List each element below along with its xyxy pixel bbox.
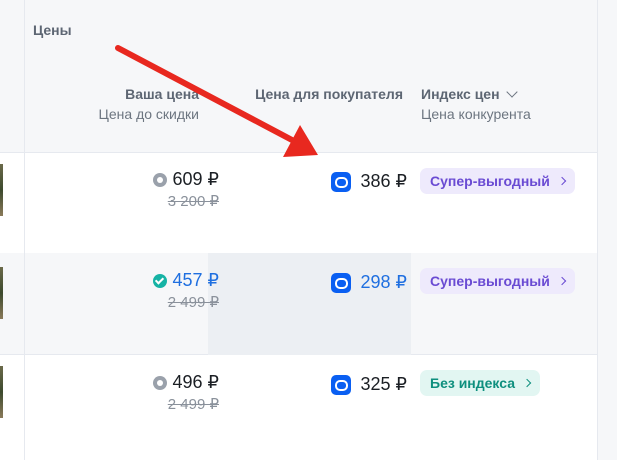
price-status-icon — [152, 375, 167, 390]
wallet-icon — [330, 374, 351, 395]
wallet-icon — [330, 272, 351, 293]
hovered-cell — [208, 253, 411, 355]
column-header-price-index[interactable]: Индекс цен Цена конкурента — [421, 84, 531, 124]
your-price[interactable]: 496 ₽ — [152, 372, 220, 393]
column-title: Индекс цен — [421, 86, 500, 102]
column-divider — [24, 0, 25, 460]
chevron-right-icon — [557, 176, 567, 186]
old-price: 2 499 ₽ — [167, 396, 219, 413]
buyer-price-value: 298 ₽ — [360, 272, 408, 292]
product-thumbnail[interactable] — [0, 164, 3, 216]
buyer-price: 386 ₽ — [330, 171, 408, 192]
old-price: 2 499 ₽ — [167, 294, 219, 311]
price-status-icon — [152, 172, 167, 187]
product-thumbnail[interactable] — [0, 366, 3, 418]
column-header-buyer-price[interactable]: Цена для покупателя — [255, 84, 403, 104]
chevron-right-icon — [557, 276, 567, 286]
price-status-check-icon — [152, 273, 167, 288]
price-value: 496 ₽ — [172, 372, 220, 392]
header-group-row: Цены — [0, 0, 597, 71]
product-thumbnail[interactable] — [0, 267, 3, 319]
column-title: Цена для покупателя — [255, 86, 403, 102]
column-subtitle: Цена до скидки — [98, 106, 199, 122]
buyer-price-value: 386 ₽ — [360, 171, 408, 191]
price-index-label: Супер-выгодный — [430, 173, 550, 189]
price-index-label: Супер-выгодный — [430, 273, 550, 289]
old-price: 3 200 ₽ — [167, 193, 219, 210]
wallet-icon — [330, 171, 351, 192]
price-index-badge[interactable]: Супер-выгодный — [420, 268, 575, 294]
group-title: Цены — [33, 22, 72, 38]
column-subtitle: Цена конкурента — [421, 106, 531, 122]
price-index-badge[interactable]: Без индекса — [420, 370, 540, 396]
prices-table: Цены Ваша цена Цена до скидки Цена для п… — [0, 0, 617, 460]
price-value: 457 ₽ — [172, 270, 220, 290]
your-price[interactable]: 457 ₽ — [152, 270, 220, 291]
column-title: Ваша цена — [125, 86, 199, 102]
price-value: 609 ₽ — [172, 169, 220, 189]
buyer-price: 298 ₽ — [330, 272, 408, 293]
price-index-label: Без индекса — [430, 375, 515, 391]
your-price[interactable]: 609 ₽ — [152, 169, 220, 190]
column-header-your-price[interactable]: Ваша цена Цена до скидки — [99, 84, 199, 124]
buyer-price: 325 ₽ — [330, 374, 408, 395]
chevron-right-icon — [522, 378, 532, 388]
buyer-price-value: 325 ₽ — [360, 374, 408, 394]
column-divider — [597, 0, 598, 460]
price-index-badge[interactable]: Супер-выгодный — [420, 168, 575, 194]
next-column-edge — [598, 0, 617, 460]
chevron-down-icon[interactable] — [505, 86, 518, 98]
